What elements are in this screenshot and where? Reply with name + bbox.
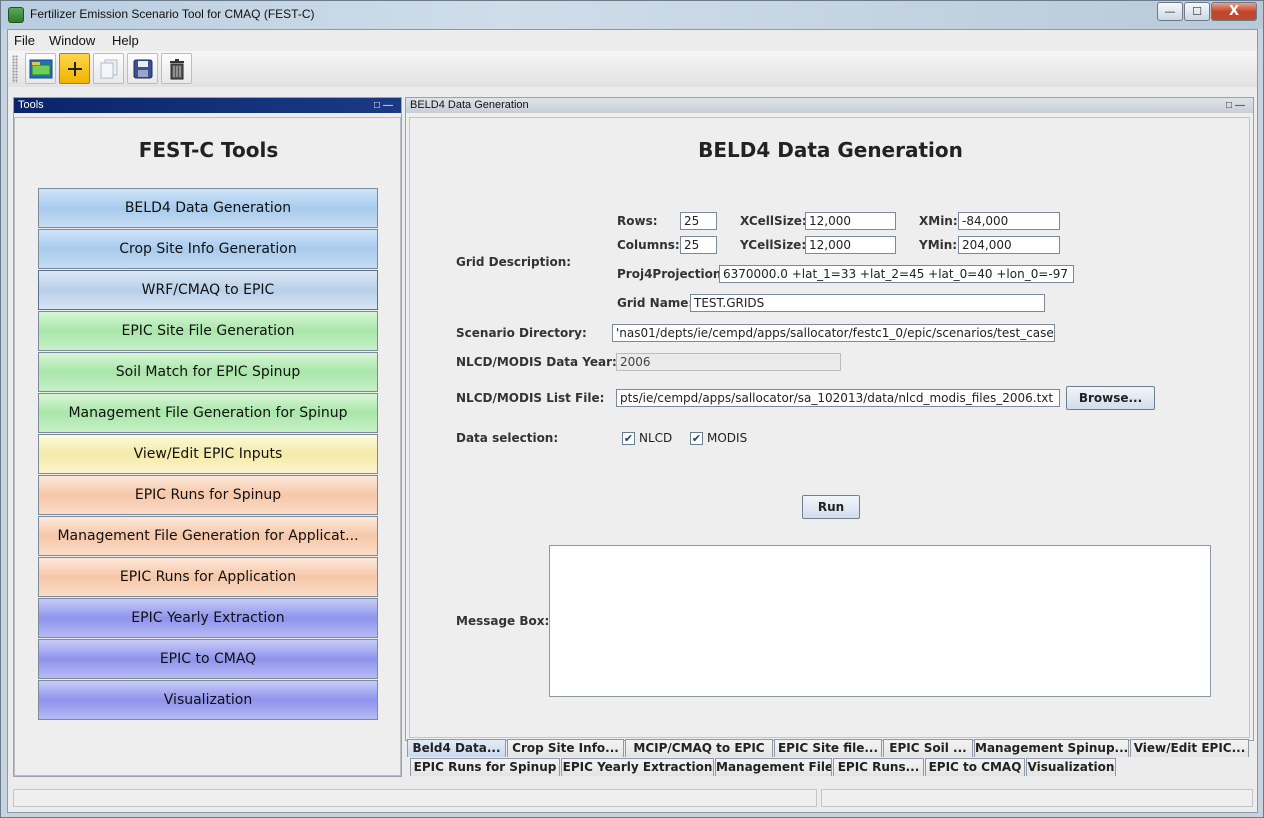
copy-icon[interactable] [93, 53, 124, 84]
tool-button-6[interactable]: Management File Generation for Spinup [38, 393, 378, 433]
pane-float-minimize-icon[interactable]: □— [1226, 99, 1248, 113]
list-file-field[interactable]: pts/ie/cempd/apps/sallocator/sa_102013/d… [616, 389, 1060, 407]
grid-name-field[interactable]: TEST.GRIDS [690, 294, 1045, 312]
tool-button-3[interactable]: WRF/CMAQ to EPIC [38, 270, 378, 310]
tool-button-12[interactable]: EPIC to CMAQ [38, 639, 378, 679]
ycellsize-field[interactable]: 12,000 [805, 236, 896, 254]
maximize-button[interactable]: ☐ [1184, 2, 1210, 21]
app-icon [8, 7, 24, 23]
grid-name-label: Grid Name: [617, 296, 694, 310]
xmin-label: XMin: [919, 214, 958, 228]
tool-button-8[interactable]: EPIC Runs for Spinup [38, 475, 378, 515]
toolbar-grip[interactable] [12, 55, 18, 83]
status-bar-left [13, 789, 817, 807]
open-folder-icon[interactable] [25, 53, 56, 84]
tools-pane-title: Tools [18, 99, 44, 111]
columns-label: Columns: [617, 238, 680, 252]
toolbar [8, 51, 1257, 87]
tools-pane-header[interactable]: Tools □— [14, 98, 401, 113]
data-year-label: NLCD/MODIS Data Year: [456, 355, 617, 369]
save-icon[interactable] [127, 53, 158, 84]
tab-row2-1[interactable]: EPIC Runs for Spinup [410, 758, 560, 776]
nlcd-checkbox[interactable]: ✔ [622, 432, 635, 445]
tab-row1-7[interactable]: View/Edit EPIC... [1130, 739, 1249, 757]
menu-bar: File Window Help [8, 30, 1257, 50]
rows-label: Rows: [617, 214, 658, 228]
tool-button-7[interactable]: View/Edit EPIC Inputs [38, 434, 378, 474]
close-button[interactable]: X [1211, 2, 1257, 21]
ymin-field[interactable]: 204,000 [958, 236, 1060, 254]
beld4-form: BELD4 Data Generation Grid Description: … [409, 117, 1250, 738]
tool-button-5[interactable]: Soil Match for EPIC Spinup [38, 352, 378, 392]
tool-button-10[interactable]: EPIC Runs for Application [38, 557, 378, 597]
rows-field[interactable]: 25 [680, 212, 717, 230]
scenario-directory-field[interactable]: 'nas01/depts/ie/cempd/apps/sallocator/fe… [612, 324, 1055, 342]
tool-button-4[interactable]: EPIC Site File Generation [38, 311, 378, 351]
nlcd-label: NLCD [639, 431, 673, 445]
tool-button-9[interactable]: Management File Generation for Applicat.… [38, 516, 378, 556]
add-icon[interactable] [59, 53, 90, 84]
tab-row1-4[interactable]: EPIC Site file... [774, 739, 882, 757]
minimize-button[interactable]: — [1157, 2, 1183, 21]
tab-row1-1[interactable]: Beld4 Data... [407, 739, 506, 757]
message-box[interactable] [549, 545, 1211, 697]
list-file-label: NLCD/MODIS List File: [456, 391, 605, 405]
tab-row1-6[interactable]: Management Spinup... [974, 739, 1129, 757]
data-selection-label: Data selection: [456, 431, 559, 445]
beld4-pane: BELD4 Data Generation □— BELD4 Data Gene… [405, 97, 1254, 741]
xcellsize-field[interactable]: 12,000 [805, 212, 896, 230]
menu-file[interactable]: File [14, 33, 35, 48]
beld4-heading: BELD4 Data Generation [698, 138, 963, 162]
data-year-field: 2006 [616, 353, 841, 371]
tool-button-1[interactable]: BELD4 Data Generation [38, 188, 378, 228]
tab-row2-6[interactable]: Visualization [1026, 758, 1116, 776]
tool-button-13[interactable]: Visualization [38, 680, 378, 720]
tab-row2-3[interactable]: Management File... [715, 758, 832, 776]
menu-window[interactable]: Window [49, 33, 95, 48]
proj4projection-label: Proj4Projection: [617, 267, 727, 281]
tab-row2-5[interactable]: EPIC to CMAQ [925, 758, 1025, 776]
tab-row1-5[interactable]: EPIC Soil ... [883, 739, 973, 757]
tab-row1-2[interactable]: Crop Site Info... [507, 739, 624, 757]
modis-checkbox[interactable]: ✔ [690, 432, 703, 445]
delete-icon[interactable] [161, 53, 192, 84]
window-title: Fertilizer Emission Scenario Tool for CM… [30, 7, 315, 21]
beld4-pane-header[interactable]: BELD4 Data Generation □— [406, 98, 1253, 113]
run-button[interactable]: Run [802, 495, 860, 519]
tab-row2-4[interactable]: EPIC Runs... [833, 758, 924, 776]
tool-button-11[interactable]: EPIC Yearly Extraction [38, 598, 378, 638]
beld4-pane-title: BELD4 Data Generation [410, 99, 529, 111]
xcellsize-label: XCellSize: [740, 214, 807, 228]
modis-label: MODIS [707, 431, 748, 445]
status-bar-right [821, 789, 1253, 807]
ymin-label: YMin: [919, 238, 958, 252]
application-window: Fertilizer Emission Scenario Tool for CM… [0, 0, 1264, 818]
pane-float-minimize-icon[interactable]: □— [374, 99, 396, 113]
client-area: File Window Help Tools □— FEST-C Tools B… [7, 29, 1258, 813]
scenario-directory-label: Scenario Directory: [456, 326, 587, 340]
columns-field[interactable]: 25 [680, 236, 717, 254]
title-bar[interactable]: Fertilizer Emission Scenario Tool for CM… [1, 1, 1263, 29]
xmin-field[interactable]: -84,000 [958, 212, 1060, 230]
browse-button[interactable]: Browse... [1066, 386, 1155, 410]
message-box-label: Message Box: [456, 614, 550, 628]
tools-heading: FEST-C Tools [138, 138, 279, 162]
tool-button-2[interactable]: Crop Site Info Generation [38, 229, 378, 269]
menu-help[interactable]: Help [112, 33, 139, 48]
tab-row1-3[interactable]: MCIP/CMAQ to EPIC [625, 739, 773, 757]
ycellsize-label: YCellSize: [740, 238, 807, 252]
tools-pane: Tools □— FEST-C Tools BELD4 Data Generat… [13, 97, 402, 777]
tools-panel-body: FEST-C Tools BELD4 Data Generation Crop S… [14, 117, 401, 776]
grid-description-label: Grid Description: [456, 255, 572, 269]
tab-row2-2[interactable]: EPIC Yearly Extraction [561, 758, 714, 776]
proj4projection-field[interactable]: 6370000.0 +lat_1=33 +lat_2=45 +lat_0=40 … [719, 265, 1074, 283]
